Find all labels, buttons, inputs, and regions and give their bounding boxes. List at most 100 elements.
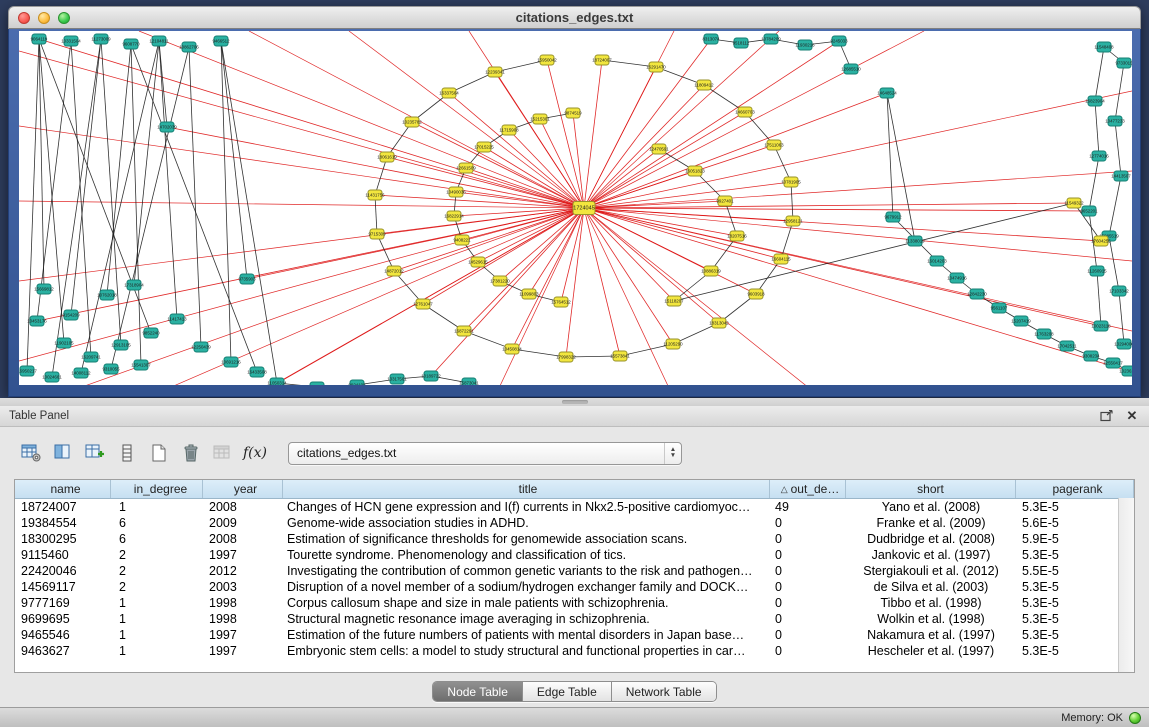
graph-edge[interactable] [464, 208, 584, 331]
table-cell[interactable]: 2003 [203, 580, 283, 594]
table-cell[interactable]: 2 [111, 564, 203, 578]
table-cell[interactable]: Stergiakouli et al. (2012) [846, 564, 1016, 578]
table-cell[interactable]: 1998 [203, 612, 283, 626]
tab-network-table[interactable]: Network Table [612, 682, 716, 701]
network-svg[interactable]: 9064119103315041127300996087701210481110… [19, 31, 1132, 385]
graph-edge[interactable] [1095, 101, 1099, 156]
column-header-in-degree[interactable]: in_degree [111, 480, 203, 498]
table-row[interactable]: 1938455462009Genome-wide association stu… [15, 515, 1134, 531]
table-cell[interactable]: 22420046 [15, 564, 111, 578]
table-cell[interactable]: 1 [111, 612, 203, 626]
graph-edge[interactable] [791, 182, 793, 221]
graph-edge[interactable] [1095, 47, 1104, 101]
table-cell[interactable]: Estimation of significance thresholds fo… [283, 532, 770, 546]
table-cell[interactable]: 0 [770, 596, 846, 610]
graph-edge[interactable] [375, 195, 377, 234]
table-selector-combo[interactable]: citations_edges.txt ▲▼ [288, 442, 682, 465]
column-header-short[interactable]: short [846, 480, 1016, 498]
table-cell[interactable]: 6 [111, 532, 203, 546]
table-row[interactable]: 2242004622012Investigating the contribut… [15, 563, 1134, 579]
table-cell[interactable]: Corpus callosum shape and size in male p… [283, 596, 770, 610]
graph-edge[interactable] [584, 208, 1089, 211]
table-row[interactable]: 946554611997Estimation of the future num… [15, 627, 1134, 643]
graph-edge[interactable] [469, 31, 584, 208]
column-header-title[interactable]: title [283, 480, 770, 498]
table-cell[interactable]: 1997 [203, 548, 283, 562]
table-mode-icon[interactable] [18, 441, 44, 465]
graph-edge[interactable] [561, 208, 584, 302]
graph-edge[interactable] [584, 208, 673, 344]
table-cell[interactable]: Jankovic et al. (1997) [846, 548, 1016, 562]
graph-edge[interactable] [189, 47, 201, 347]
table-cell[interactable]: 0 [770, 548, 846, 562]
table-cell[interactable]: 0 [770, 644, 846, 658]
graph-edge[interactable] [52, 39, 101, 377]
table-cell[interactable]: 2 [111, 548, 203, 562]
table-cell[interactable]: 0 [770, 532, 846, 546]
graph-edge[interactable] [159, 41, 167, 127]
table-row[interactable]: 1872400712008Changes of HCN gene express… [15, 499, 1134, 515]
table-cell[interactable]: 9463627 [15, 644, 111, 658]
table-cell[interactable]: 1 [111, 628, 203, 642]
column-header-out-degree[interactable]: △ out_de… [770, 480, 846, 498]
graph-edge[interactable] [584, 208, 1132, 331]
table-cell[interactable]: 5.3E-5 [1016, 644, 1134, 658]
tab-edge-table[interactable]: Edge Table [523, 682, 612, 701]
show-columns-icon[interactable] [50, 441, 76, 465]
table-cell[interactable]: Structural magnetic resonance image aver… [283, 612, 770, 626]
column-header-year[interactable]: year [203, 480, 283, 498]
table-cell[interactable]: 19384554 [15, 516, 111, 530]
import-table-icon[interactable] [210, 441, 236, 465]
delete-table-icon[interactable] [178, 441, 204, 465]
table-cell[interactable]: Yano et al. (2008) [846, 500, 1016, 514]
table-row[interactable]: 946362711997Embryonic stem cells: a mode… [15, 643, 1134, 659]
table-cell[interactable]: 14569117 [15, 580, 111, 594]
zoom-window-button[interactable] [58, 12, 70, 24]
graph-edge[interactable] [139, 31, 584, 208]
table-cell[interactable]: 1 [111, 500, 203, 514]
table-cell[interactable]: 2008 [203, 532, 283, 546]
graph-edge[interactable] [134, 41, 159, 285]
minimize-window-button[interactable] [38, 12, 50, 24]
table-cell[interactable]: 9699695 [15, 612, 111, 626]
table-cell[interactable]: 5.3E-5 [1016, 628, 1134, 642]
table-cell[interactable]: Hescheler et al. (1997) [846, 644, 1016, 658]
graph-edge[interactable] [584, 203, 1074, 208]
table-row[interactable]: 977716911998Corpus callosum shape and si… [15, 595, 1134, 611]
close-window-button[interactable] [18, 12, 30, 24]
graph-edge[interactable] [547, 60, 584, 208]
graph-edge[interactable] [566, 208, 584, 357]
table-cell[interactable]: 0 [770, 516, 846, 530]
graph-edge[interactable] [159, 41, 177, 319]
table-cell[interactable]: Nakamura et al. (1997) [846, 628, 1016, 642]
table-cell[interactable]: Investigating the contribution of common… [283, 564, 770, 578]
function-builder-icon[interactable]: f(x) [242, 441, 268, 465]
table-cell[interactable]: 5.3E-5 [1016, 580, 1134, 594]
graph-edge[interactable] [584, 208, 711, 271]
table-cell[interactable]: 5.3E-5 [1016, 548, 1134, 562]
graph-edge[interactable] [1097, 271, 1101, 326]
graph-edge[interactable] [774, 145, 791, 182]
table-cell[interactable]: 9465546 [15, 628, 111, 642]
graph-edge[interactable] [1109, 236, 1119, 291]
table-row[interactable]: 911546021997Tourette syndrome. Phenomeno… [15, 547, 1134, 563]
table-cell[interactable]: 2 [111, 580, 203, 594]
table-cell[interactable]: 2012 [203, 564, 283, 578]
table-cell[interactable]: 1997 [203, 644, 283, 658]
table-cell[interactable]: 18724007 [15, 500, 111, 514]
column-header-pagerank[interactable]: pagerank [1016, 480, 1134, 498]
table-cell[interactable]: Franke et al. (2009) [846, 516, 1016, 530]
window-titlebar[interactable]: citations_edges.txt [8, 6, 1141, 29]
graph-edge[interactable] [584, 208, 620, 356]
graph-edge[interactable] [1115, 121, 1121, 176]
tab-node-table[interactable]: Node Table [433, 682, 523, 701]
graph-edge[interactable] [19, 201, 584, 208]
table-cell[interactable]: 49 [770, 500, 846, 514]
graph-edge[interactable] [107, 44, 131, 295]
table-cell[interactable]: Dudbridge et al. (2008) [846, 532, 1016, 546]
column-header-name[interactable]: name [15, 480, 111, 498]
row-height-icon[interactable] [114, 441, 140, 465]
close-panel-icon[interactable]: ✕ [1124, 409, 1140, 423]
graph-edge[interactable] [221, 41, 277, 383]
table-cell[interactable]: Tibbo et al. (1998) [846, 596, 1016, 610]
